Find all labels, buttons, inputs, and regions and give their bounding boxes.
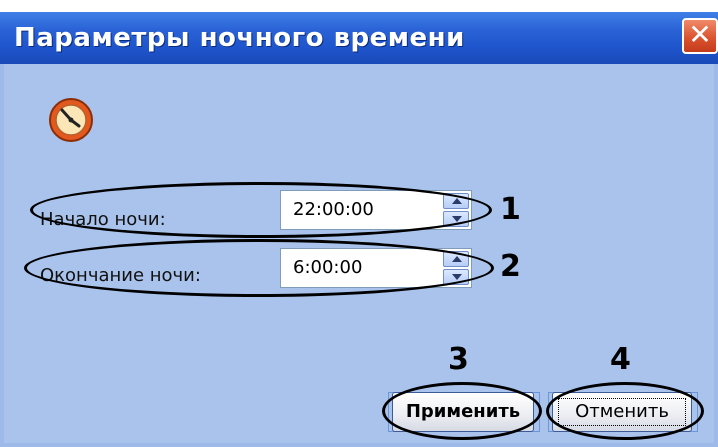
close-button[interactable]: ✕ [682, 18, 718, 54]
spin-down-icon[interactable] [443, 269, 469, 285]
callout-4: 4 [610, 342, 631, 377]
spin-up-icon[interactable] [443, 251, 469, 267]
night-end-spinbox[interactable]: 6:00:00 [280, 248, 472, 288]
callout-2: 2 [500, 249, 521, 284]
close-icon: ✕ [688, 18, 712, 51]
night-start-label: Начало ночи: [40, 209, 166, 230]
spin-up-icon[interactable] [443, 193, 469, 209]
night-start-value[interactable]: 22:00:00 [293, 199, 374, 220]
night-start-spinner[interactable] [443, 193, 469, 227]
apply-button[interactable]: Применить [392, 392, 534, 432]
night-start-spinbox[interactable]: 22:00:00 [280, 190, 472, 230]
callout-3: 3 [448, 342, 469, 377]
spin-down-icon[interactable] [443, 211, 469, 227]
night-end-spinner[interactable] [443, 251, 469, 285]
focus-rectangle [558, 398, 686, 426]
cancel-button[interactable]: Отменить [552, 392, 692, 432]
callout-1: 1 [500, 192, 521, 227]
night-time-dialog: Параметры ночного времени ✕ Начало ночи:… [0, 12, 718, 447]
title-bar[interactable]: Параметры ночного времени ✕ [0, 12, 718, 64]
top-crop-strip [0, 0, 718, 12]
clock-icon [49, 98, 93, 142]
dialog-title: Параметры ночного времени [14, 23, 465, 53]
night-end-value[interactable]: 6:00:00 [293, 257, 362, 278]
night-end-label: Окончание ночи: [40, 265, 201, 286]
